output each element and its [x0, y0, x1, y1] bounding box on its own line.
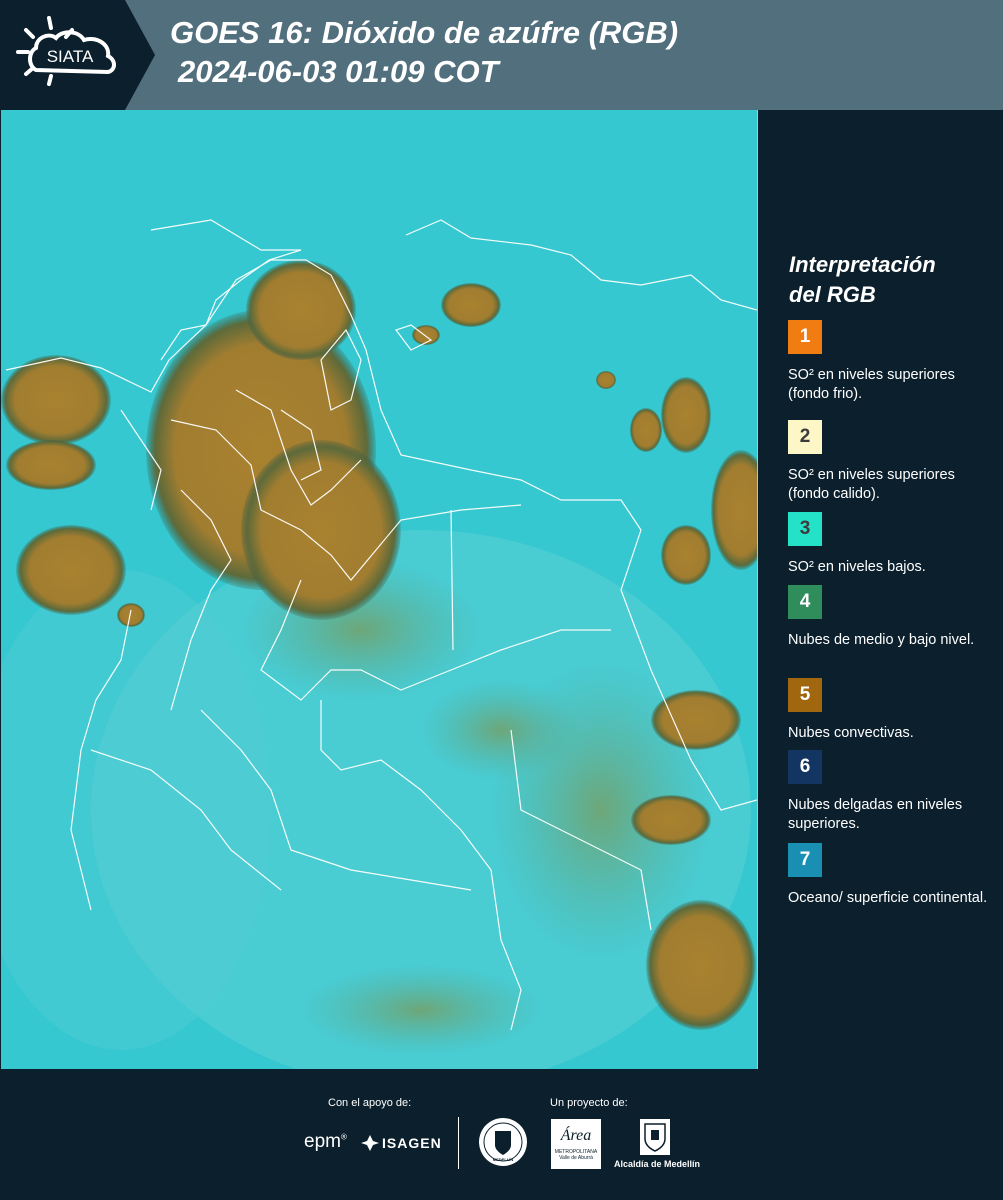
isagen-logo-text: ISAGEN	[382, 1135, 442, 1151]
alcaldia-text: Alcaldía de Medellín	[614, 1159, 701, 1169]
project-label: Un proyecto de:	[550, 1097, 628, 1109]
legend-item-label: SO² en niveles superiores (fondo calido)…	[788, 467, 955, 502]
timestamp: 2024-06-03 01:09 COT	[178, 54, 499, 89]
alcaldia-shield	[640, 1119, 670, 1155]
legend-panel: Interpretación del RGB 1 SO² en niveles …	[785, 250, 995, 906]
legend-swatch: 7	[788, 843, 822, 877]
legend-swatch: 2	[788, 420, 822, 454]
legend-swatch: 6	[788, 750, 822, 784]
legend-item-label: Nubes de medio y bajo nivel.	[788, 632, 975, 648]
area-logo-text: Área	[560, 1127, 592, 1144]
legend-title-line1: Interpretación	[789, 252, 936, 277]
legend-item-label: Nubes delgadas en niveles superiores.	[788, 797, 963, 832]
legend-item: 2 SO² en niveles superiores (fondo calid…	[788, 420, 993, 504]
support-label: Con el apoyo de:	[328, 1097, 412, 1109]
legend-item: 4 Nubes de medio y bajo nivel.	[788, 585, 993, 650]
page-title: GOES 16: Dióxido de azúfre (RGB)	[170, 15, 679, 50]
legend-title-line2: del RGB	[789, 282, 876, 307]
area-metropolitana-logo: Área METROPOLITANA Valle de Aburrá	[551, 1119, 601, 1169]
legend-swatch: 4	[788, 585, 822, 619]
legend-item-label: Nubes convectivas.	[788, 725, 914, 741]
legend-item-label: Oceano/ superficie continental.	[788, 890, 988, 906]
header-bar: SIATA GOES 16: Dióxido de azúfre (RGB) 2…	[0, 0, 1003, 110]
legend-item-label: SO² en niveles bajos.	[788, 559, 926, 575]
legend-item: 1 SO² en niveles superiores (fondo frio)…	[788, 320, 993, 404]
siata-logo: SIATA	[0, 0, 155, 110]
city-seal-text: MEDELLÍN	[492, 1157, 514, 1162]
legend-swatch: 3	[788, 512, 822, 546]
legend-swatch: 5	[788, 678, 822, 712]
map-image	[1, 110, 757, 1069]
epm-logo: epm®	[304, 1131, 347, 1152]
sun-cloud-icon: SIATA	[16, 16, 116, 86]
footer-divider	[458, 1117, 459, 1169]
legend-item: 3 SO² en niveles bajos.	[788, 512, 993, 577]
medellin-seal: MEDELLÍN	[478, 1117, 528, 1174]
satellite-map[interactable]	[1, 110, 758, 1069]
footer: Con el apoyo de: Un proyecto de: epm® IS…	[0, 1069, 1003, 1200]
legend-item: 6 Nubes delgadas en niveles superiores.	[788, 750, 993, 834]
area-logo-subtext-2: Valle de Aburrá	[559, 1155, 593, 1161]
legend-title: Interpretación del RGB	[789, 250, 995, 310]
legend-item: 7 Oceano/ superficie continental.	[788, 843, 993, 908]
legend-item-label: SO² en niveles superiores (fondo frio).	[788, 367, 955, 402]
shield-icon	[644, 1123, 666, 1152]
legend-item: 5 Nubes convectivas.	[788, 678, 993, 743]
epm-logo-text: epm	[304, 1131, 341, 1152]
isagen-icon	[361, 1135, 379, 1151]
isagen-logo: ISAGEN	[360, 1133, 442, 1153]
logo-text: SIATA	[47, 47, 94, 66]
legend-swatch: 1	[788, 320, 822, 354]
